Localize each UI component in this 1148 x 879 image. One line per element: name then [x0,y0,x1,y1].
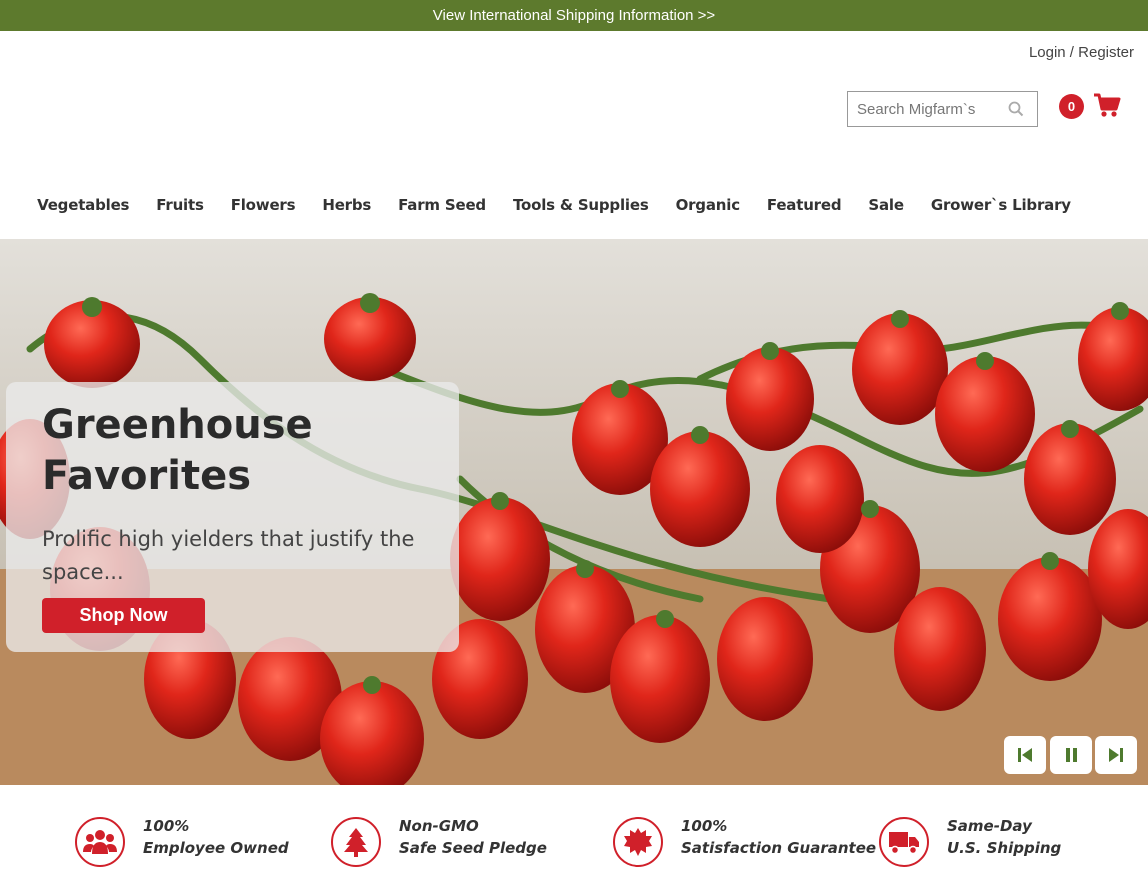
nav-featured[interactable]: Featured [767,196,842,224]
feature-satisfaction: 100% Satisfaction Guarantee [613,817,876,867]
nav-flowers[interactable]: Flowers [231,196,296,224]
search-icon[interactable] [1008,101,1024,121]
slider-pause-button[interactable] [1050,736,1092,774]
banner-text: View International Shipping Information … [432,7,716,24]
truck-icon [879,817,929,867]
previous-icon [1018,748,1032,762]
feature-line1: 100% [143,817,190,835]
feature-line2: Safe Seed Pledge [399,839,547,857]
pause-icon [1066,748,1077,762]
search-input[interactable] [857,100,1007,118]
main-navigation: Vegetables Fruits Flowers Herbs Farm See… [0,196,1148,224]
nav-growers-library[interactable]: Grower`s Library [931,196,1071,224]
promo-panel: Greenhouse Favorites Prolific high yield… [6,382,459,652]
feature-line2: Satisfaction Guarantee [681,839,877,857]
feature-line2: Employee Owned [143,839,289,857]
promo-title-line1: Greenhouse [42,402,313,448]
slider-next-button[interactable] [1095,736,1137,774]
international-shipping-banner[interactable]: View International Shipping Information … [0,0,1148,31]
search-box [847,91,1038,127]
promo-subtitle: Prolific high yielders that justify the … [42,527,415,584]
nav-tools-supplies[interactable]: Tools & Supplies [513,196,649,224]
feature-line1: Same-Day [947,817,1032,835]
nav-organic[interactable]: Organic [676,196,741,224]
cart-count-badge[interactable]: 0 [1059,94,1084,119]
feature-line1: 100% [681,817,728,835]
feature-shipping: Same-Day U.S. Shipping [879,817,1061,867]
next-icon [1109,748,1123,762]
hero-slider: Greenhouse Favorites Prolific high yield… [0,239,1148,785]
seal-icon [613,817,663,867]
people-icon [75,817,125,867]
feature-employee-owned: 100% Employee Owned [75,817,289,867]
feature-line1: Non-GMO [399,817,479,835]
nav-herbs[interactable]: Herbs [322,196,371,224]
cart-icon[interactable] [1093,93,1121,123]
slider-previous-button[interactable] [1004,736,1046,774]
promo-title: Greenhouse Favorites [42,400,342,502]
nav-fruits[interactable]: Fruits [156,196,204,224]
tree-icon [331,817,381,867]
promo-title-line2: Favorites [42,453,252,499]
feature-line2: U.S. Shipping [947,839,1062,857]
features-bar: 100% Employee Owned Non-GMO Safe Seed Pl… [0,785,1148,879]
feature-non-gmo: Non-GMO Safe Seed Pledge [331,817,547,867]
nav-vegetables[interactable]: Vegetables [37,196,129,224]
login-register-link[interactable]: Login / Register [1029,44,1134,61]
nav-farm-seed[interactable]: Farm Seed [398,196,486,224]
nav-sale[interactable]: Sale [868,196,904,224]
shop-now-button[interactable]: Shop Now [42,598,205,633]
